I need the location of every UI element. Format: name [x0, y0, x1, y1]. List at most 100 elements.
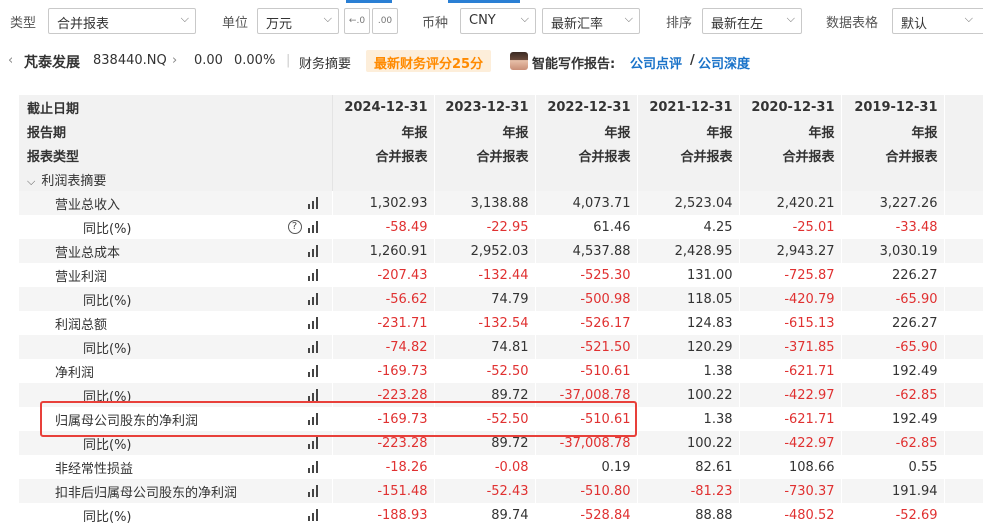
value-cell: 1.38 [637, 407, 740, 431]
currency-label: 币种 [422, 16, 449, 31]
section-cell [535, 167, 638, 191]
value-cell: 131.00 [637, 263, 740, 287]
value-cell: 2,428.95 [637, 239, 740, 263]
header-cell: 2024-12-31 [332, 95, 435, 119]
currency-select[interactable]: CNY ⌵ [460, 8, 536, 34]
header-cell: 年报 [332, 119, 435, 143]
type-select-value: 合并报表 [57, 17, 110, 32]
bar-chart-icon[interactable] [307, 245, 320, 257]
stock-price: 0.00 [194, 53, 223, 68]
bar-chart-icon[interactable] [307, 485, 320, 497]
row-label: 同比(%) [83, 341, 132, 357]
value-cell: 3,138.88 [434, 191, 536, 215]
table-row: 同比(%) -56.62 74.79 -500.98 118.05 -420.79 -65.… [19, 287, 983, 311]
row-label-cell: 营业总收入 [19, 191, 333, 215]
value-cell-empty [944, 431, 983, 455]
bar-chart-icon[interactable] [307, 317, 320, 329]
table-row: 净利润 -169.73 -52.50 -510.61 1.38 -621.71 192.49 [19, 359, 983, 383]
bar-chart-icon[interactable] [307, 437, 320, 449]
bar-chart-icon[interactable] [307, 293, 320, 305]
value-cell: 100.22 [637, 383, 740, 407]
section-row[interactable]: ⌵ 利润表摘要 [19, 167, 983, 191]
value-cell-empty [944, 335, 983, 359]
help-circle-icon[interactable]: ? [287, 220, 302, 234]
chevron-right-icon[interactable]: › [172, 53, 177, 68]
table-row: 同比(%) -223.28 89.72 -37,008.78 100.22 -422.97… [19, 383, 983, 407]
value-cell-empty [944, 455, 983, 479]
value-cell: 1,302.93 [332, 191, 435, 215]
datatable-select[interactable]: 默认 ⌵ [892, 8, 983, 34]
company-review-link[interactable]: 公司点评 [630, 53, 682, 72]
value-cell: -132.54 [434, 311, 536, 335]
header-cell: 2022-12-31 [535, 95, 638, 119]
bar-chart-icon-bar [315, 317, 318, 329]
toolbar: 类型 合并报表 ⌵ 单位 万元 ⌵ ←.0 .00 币种 CNY ⌵ 最新汇率 … [0, 0, 983, 42]
value-cell: 2,952.03 [434, 239, 536, 263]
bar-chart-icon-bar [315, 485, 318, 497]
bar-chart-icon-bar [311, 369, 314, 377]
value-cell: -615.13 [739, 311, 842, 335]
bar-chart-icon-bar [311, 249, 314, 257]
header-cell: 年报 [637, 119, 740, 143]
chevron-left-icon[interactable]: ‹ [8, 53, 13, 68]
row-label: 扣非后归属母公司股东的净利润 [55, 485, 238, 501]
value-cell: -65.90 [841, 287, 945, 311]
bar-chart-icon-bar [307, 444, 310, 449]
increase-decimal-button[interactable]: .00 [372, 8, 398, 34]
value-cell: -510.61 [535, 407, 638, 431]
value-cell: -730.37 [739, 479, 842, 503]
value-cell: 89.74 [434, 503, 536, 527]
bar-chart-icon-bar [315, 221, 318, 233]
value-cell: 118.05 [637, 287, 740, 311]
bar-chart-icon[interactable] [307, 269, 320, 281]
datatable-label: 数据表格 [826, 16, 879, 31]
value-cell-empty [944, 503, 983, 527]
sort-select[interactable]: 最新在左 ⌵ [702, 8, 802, 34]
chevron-down-icon: ⌵ [964, 12, 973, 25]
bar-chart-icon[interactable] [307, 461, 320, 473]
header-cell: 合并报表 [841, 143, 945, 167]
bar-chart-icon[interactable] [307, 197, 320, 209]
row-label: 非经常性损益 [55, 461, 134, 477]
bar-chart-icon[interactable] [307, 365, 320, 377]
value-cell: -169.73 [332, 359, 435, 383]
bar-chart-icon-bar [307, 276, 310, 281]
header-cell: 年报 [739, 119, 842, 143]
bar-chart-icon-bar [315, 461, 318, 473]
section-cell [944, 167, 983, 191]
unit-select[interactable]: 万元 ⌵ [257, 8, 339, 34]
bar-chart-icon-bar [315, 437, 318, 449]
tab-indicator [346, 0, 392, 3]
value-cell: 1,260.91 [332, 239, 435, 263]
row-label-cell: 同比(%) [19, 335, 333, 359]
type-select[interactable]: 合并报表 ⌵ [48, 8, 196, 34]
section-toggle[interactable]: ⌵ 利润表摘要 [19, 167, 333, 191]
bar-chart-icon[interactable] [307, 509, 320, 521]
bar-chart-icon[interactable] [307, 341, 320, 353]
chevron-down-icon[interactable]: ⌵ [27, 175, 35, 189]
value-cell: -223.28 [332, 431, 435, 455]
row-label-cell: 同比(%)? [19, 215, 333, 239]
bar-chart-icon-bar [315, 245, 318, 257]
chevron-down-icon: ⌵ [624, 12, 633, 25]
table-row: 非经常性损益 -18.26 -0.08 0.19 82.61 108.66 0.55 [19, 455, 983, 479]
header-cell: 合并报表 [637, 143, 740, 167]
row-label: 利润总额 [55, 317, 108, 333]
value-cell: 108.66 [739, 455, 842, 479]
company-depth-link[interactable]: 公司深度 [698, 53, 750, 72]
row-label-cell: 同比(%) [19, 431, 333, 455]
decrease-decimal-button[interactable]: ←.0 [344, 8, 370, 34]
row-label-cell: 营业总成本 [19, 239, 333, 263]
bar-chart-icon-bar [307, 324, 310, 329]
bar-chart-icon-bar [307, 372, 310, 377]
bar-chart-icon-bar [311, 225, 314, 233]
score-badge[interactable]: 最新财务评分25分 [366, 50, 492, 72]
row-label: 同比(%) [83, 293, 132, 309]
divider: | [286, 53, 291, 68]
header-cell: 合并报表 [332, 143, 435, 167]
bar-chart-icon[interactable] [307, 413, 320, 425]
row-label: 同比(%) [83, 437, 132, 453]
bar-chart-icon[interactable] [307, 221, 320, 233]
rate-select[interactable]: 最新汇率 ⌵ [542, 8, 640, 34]
bar-chart-icon[interactable] [307, 389, 320, 401]
